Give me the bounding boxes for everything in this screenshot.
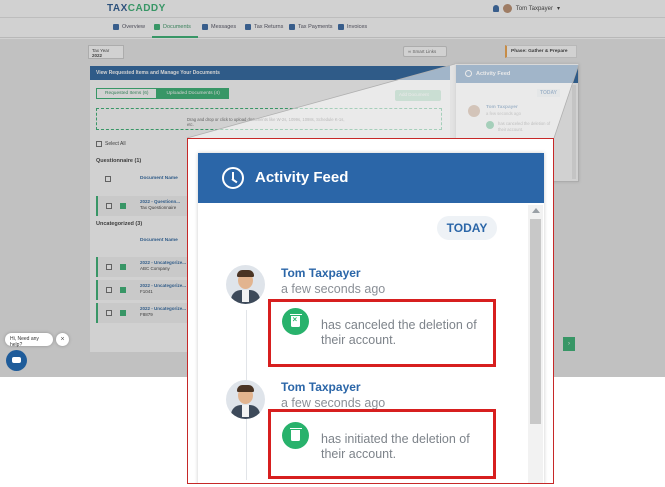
date-group-badge: TODAY [437, 216, 497, 240]
avatar [226, 380, 265, 419]
activity-timestamp: a few seconds ago [281, 396, 386, 410]
clock-icon [222, 167, 244, 189]
highlight-box [268, 409, 496, 479]
avatar [226, 265, 265, 304]
activity-feed-title: Activity Feed [255, 169, 349, 186]
activity-user-name[interactable]: Tom Taxpayer [281, 380, 361, 394]
scrollbar-thumb[interactable] [530, 219, 541, 424]
screenshot-root: TAXCADDY Tom Taxpayer ▾ Overview Documen… [0, 0, 665, 487]
close-icon[interactable]: × [56, 333, 69, 346]
activity-timestamp: a few seconds ago [281, 282, 386, 296]
chat-icon[interactable] [6, 350, 27, 371]
help-bubble[interactable]: Hi, Need any help? [5, 333, 53, 348]
activity-feed-header: Activity Feed [198, 153, 544, 203]
highlight-box [268, 299, 496, 367]
scroll-up-arrow-icon[interactable] [532, 208, 540, 213]
activity-user-name[interactable]: Tom Taxpayer [281, 266, 361, 280]
